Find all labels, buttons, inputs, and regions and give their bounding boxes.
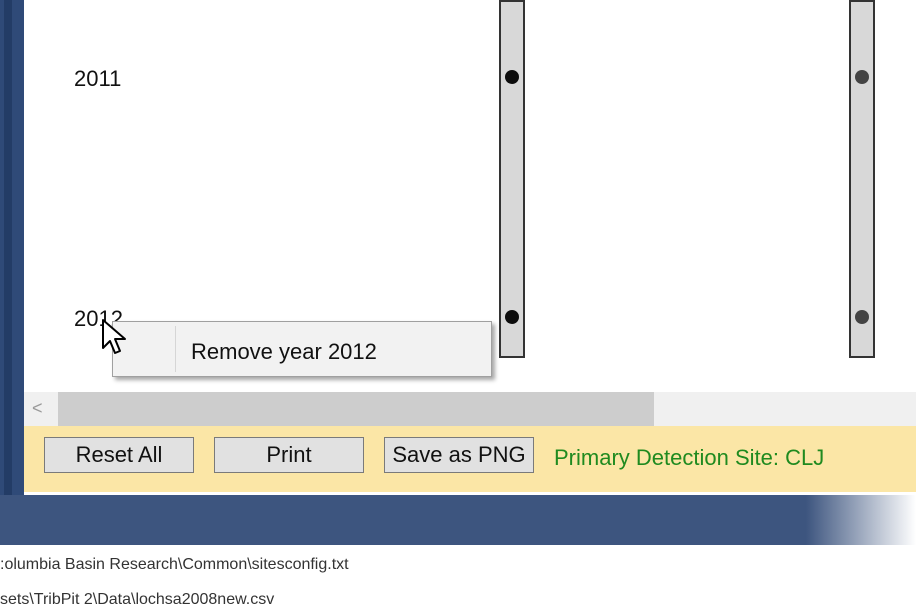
context-menu: Remove year 2012 (112, 321, 492, 377)
mouse-pointer-icon (102, 319, 126, 354)
detection-dot-2012-right[interactable] (855, 310, 869, 324)
print-button[interactable]: Print (214, 437, 364, 473)
scrollbar-thumb[interactable] (58, 392, 654, 426)
save-png-button[interactable]: Save as PNG (384, 437, 534, 473)
primary-detection-site-status: Primary Detection Site: CLJ (554, 445, 825, 470)
remove-year-label: Remove year 2012 (191, 339, 377, 364)
window-bottom-bar (0, 495, 916, 545)
detection-track-left (499, 0, 525, 358)
year-label-2011: 2011 (74, 66, 122, 91)
horizontal-scrollbar[interactable]: < (24, 392, 916, 426)
window-left-border (0, 0, 24, 495)
config-path-text: :olumbia Basin Research\Common\sitesconf… (0, 556, 349, 573)
data-path-text: sets\TribPit 2\Data\lochsa2008new.csv (0, 591, 275, 608)
remove-year-menu-item[interactable]: Remove year 2012 (113, 322, 491, 376)
detection-dot-2012-left[interactable] (505, 310, 519, 324)
detection-track-right (849, 0, 875, 358)
bottom-toolbar: Reset All Print Save as PNG Primary Dete… (24, 426, 916, 492)
detection-dot-2011-right[interactable] (855, 70, 869, 84)
reset-all-button[interactable]: Reset All (44, 437, 194, 473)
detection-dot-2011-left[interactable] (505, 70, 519, 84)
scroll-left-arrow-icon[interactable]: < (32, 398, 43, 419)
